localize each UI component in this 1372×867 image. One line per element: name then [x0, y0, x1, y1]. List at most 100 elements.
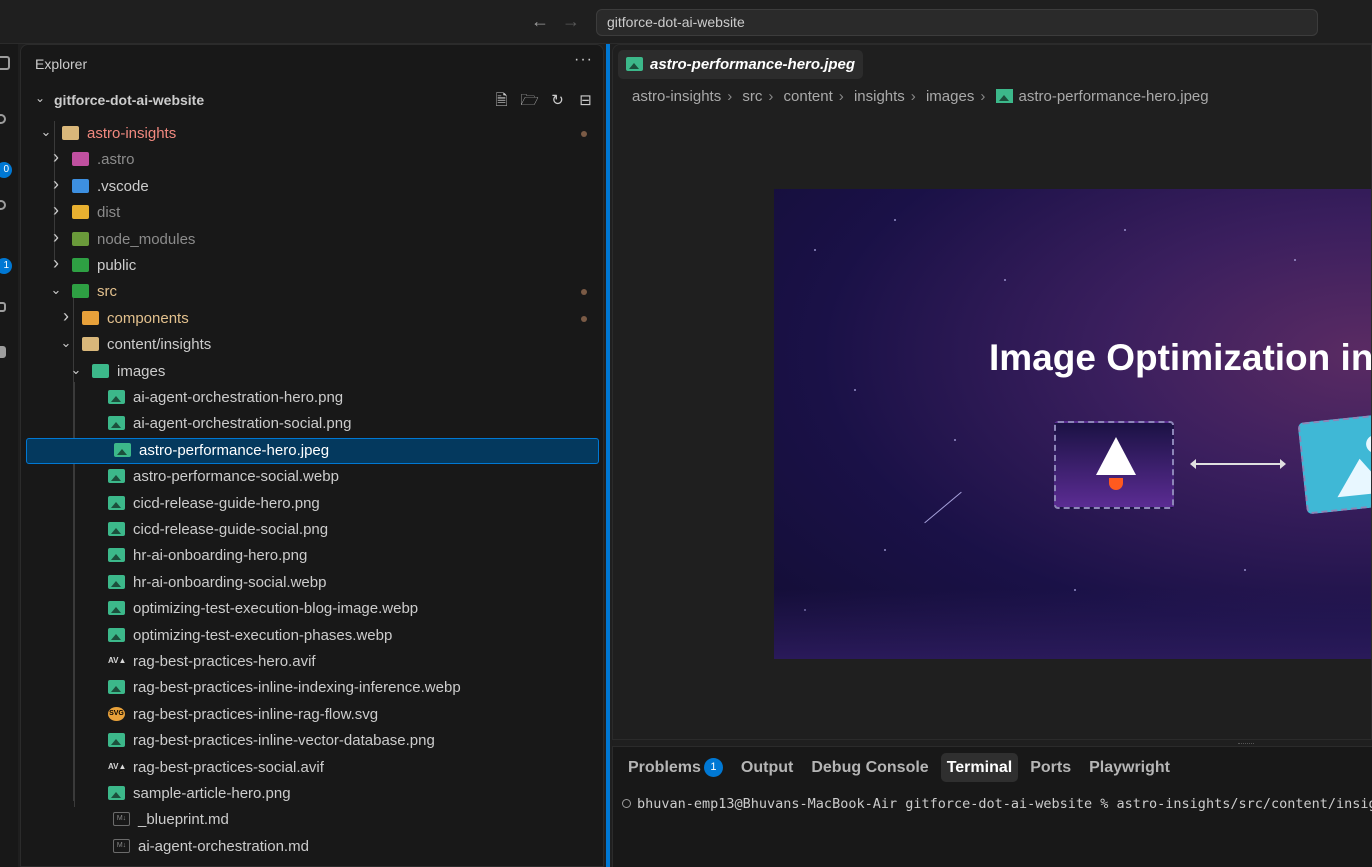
chevron-right-icon: › — [910, 88, 916, 105]
star — [954, 439, 956, 441]
arrow-left-icon[interactable]: ← — [530, 11, 550, 31]
breadcrumb-item[interactable]: astro-performance-hero.jpeg — [1019, 88, 1209, 105]
star — [1294, 259, 1296, 261]
explorer-sidebar: Explorer ··· ⌄ gitforce-dot-ai-website 🗎… — [20, 44, 604, 867]
tree-file[interactable]: hr-ai-onboarding-hero.png — [21, 543, 603, 569]
breadcrumb-item[interactable]: insights — [854, 88, 905, 105]
tree-item-label: dist — [97, 204, 121, 222]
arrow-right-icon[interactable]: → — [561, 11, 581, 31]
tree-file[interactable]: rag-best-practices-inline-vector-databas… — [21, 728, 603, 754]
image-file-icon — [114, 442, 131, 457]
tree-folder[interactable]: ⌄ src — [21, 279, 603, 305]
folder-icon — [72, 231, 89, 246]
breadcrumb-item[interactable]: src — [742, 88, 762, 105]
breadcrumb-item[interactable]: astro-insights — [632, 88, 721, 105]
folder-icon — [72, 152, 89, 167]
tab-problems[interactable]: Problems 1 — [622, 753, 729, 782]
image-card — [1297, 411, 1371, 515]
image-file-icon — [108, 416, 125, 431]
tree-item-label: _blueprint.md — [138, 811, 229, 829]
chevron-right-icon[interactable]: › — [59, 306, 73, 327]
tree-file[interactable]: cicd-release-guide-hero.png — [21, 491, 603, 517]
tree-folder[interactable]: ⌄ images — [21, 359, 603, 385]
tree-file[interactable]: M↓ _blueprint.md — [21, 807, 603, 833]
terminal-text: bhuvan-emp13@Bhuvans-MacBook-Air gitforc… — [637, 796, 1372, 812]
tree-folder[interactable]: › components — [21, 306, 603, 332]
new-file-icon[interactable]: 🗎 — [492, 92, 511, 110]
tree-file[interactable]: sample-article-hero.png — [21, 781, 603, 807]
tree-file[interactable]: M↓ ai-agent-orchestration.md — [21, 834, 603, 860]
image-file-icon — [108, 786, 125, 800]
modified-indicator — [581, 315, 587, 322]
tree-file[interactable]: AV▲ rag-best-practices-social.avif — [21, 755, 603, 781]
tree-file[interactable]: astro-performance-hero.jpeg — [26, 437, 599, 464]
chevron-right-icon[interactable]: › — [49, 253, 63, 274]
tree-folder[interactable]: ⌄ content/insights — [21, 332, 603, 358]
tab-debug-console[interactable]: Debug Console — [805, 753, 934, 782]
image-file-icon — [626, 57, 643, 71]
chevron-right-icon[interactable]: › — [49, 200, 63, 221]
tree-file[interactable]: optimizing-test-execution-blog-image.web… — [21, 596, 603, 622]
new-folder-icon[interactable]: 🗁 — [520, 92, 539, 110]
tree-file[interactable]: rag-best-practices-inline-indexing-infer… — [21, 675, 603, 701]
image-file-icon — [995, 89, 1013, 103]
tree-item-label: ai-agent-orchestration-social.png — [133, 415, 352, 433]
command-center-search[interactable]: gitforce-dot-ai-website — [596, 9, 1318, 36]
chevron-down-icon[interactable]: ⌄ — [59, 335, 73, 351]
panel-resize-handle[interactable] — [1238, 743, 1254, 746]
tab-label: Ports — [1030, 759, 1072, 776]
tab-label: Playwright — [1089, 759, 1170, 776]
tab-output[interactable]: Output — [735, 753, 799, 782]
editor-tab-label: astro-performance-hero.jpeg — [650, 56, 856, 73]
star — [884, 549, 886, 551]
tree-file[interactable]: AV▲ rag-best-practices-hero.avif — [21, 649, 603, 675]
chevron-down-icon[interactable]: ⌄ — [39, 124, 53, 140]
star — [894, 219, 896, 221]
chevron-down-icon[interactable]: ⌄ — [69, 362, 83, 378]
star — [1244, 569, 1246, 571]
folder-open-icon — [82, 337, 99, 352]
chevron-down-icon[interactable]: ⌄ — [49, 282, 63, 298]
tree-file[interactable]: SVG rag-best-practices-inline-rag-flow.sv… — [21, 702, 603, 728]
chevron-down-icon: ⌄ — [35, 91, 46, 105]
refresh-icon[interactable]: ↻ — [548, 92, 567, 110]
tree-file[interactable]: optimizing-test-execution-phases.webp — [21, 623, 603, 649]
markdown-file-icon: M↓ — [113, 812, 130, 827]
tab-terminal[interactable]: Terminal — [940, 753, 1019, 782]
sidebar-sash[interactable] — [606, 44, 610, 867]
terminal-prompt[interactable]: bhuvan-emp13@Bhuvans-MacBook-Air gitforc… — [622, 796, 1372, 812]
run-debug-icon[interactable] — [0, 200, 6, 210]
root-folder-header[interactable]: ⌄ gitforce-dot-ai-website 🗎 🗁 ↻ ⊟ — [21, 87, 603, 115]
chevron-right-icon[interactable]: › — [49, 227, 63, 248]
image-file-icon — [108, 627, 125, 642]
remote-icon[interactable] — [0, 346, 6, 358]
tree-file[interactable]: astro-performance-social.webp — [21, 464, 603, 490]
breadcrumb-item[interactable]: images — [926, 88, 974, 105]
star — [814, 249, 816, 251]
sun-icon — [1365, 434, 1371, 454]
tree-folder[interactable]: › public — [21, 253, 603, 279]
collapse-all-icon[interactable]: ⊟ — [576, 92, 595, 110]
tree-file[interactable]: cicd-release-guide-social.png — [21, 517, 603, 543]
preview-headline: Image Optimization in — [989, 337, 1372, 378]
explorer-icon[interactable] — [0, 56, 10, 70]
tree-item-label: optimizing-test-execution-phases.webp — [133, 626, 393, 644]
shooting-star — [924, 491, 962, 524]
tab-ports[interactable]: Ports — [1024, 753, 1077, 782]
tab-playwright[interactable]: Playwright — [1083, 753, 1176, 782]
tree-folder[interactable]: ⌄ astro-insights — [21, 121, 603, 147]
tree-folder[interactable]: › .astro — [21, 147, 603, 173]
tree-folder[interactable]: › .vscode — [21, 174, 603, 200]
tree-file[interactable]: hr-ai-onboarding-social.webp — [21, 570, 603, 596]
tree-file[interactable]: ai-agent-orchestration-hero.png — [21, 385, 603, 411]
tree-folder[interactable]: › node_modules — [21, 227, 603, 253]
search-icon[interactable] — [0, 114, 6, 124]
tree-folder[interactable]: › dist — [21, 200, 603, 226]
editor-tab[interactable]: astro-performance-hero.jpeg — [618, 50, 864, 79]
breadcrumb-item[interactable]: content — [784, 88, 833, 105]
chevron-right-icon[interactable]: › — [49, 174, 63, 195]
chevron-right-icon[interactable]: › — [49, 147, 63, 168]
ellipsis-icon[interactable]: ··· — [574, 51, 593, 69]
testing-icon[interactable] — [0, 302, 6, 312]
tree-file[interactable]: ai-agent-orchestration-social.png — [21, 411, 603, 437]
